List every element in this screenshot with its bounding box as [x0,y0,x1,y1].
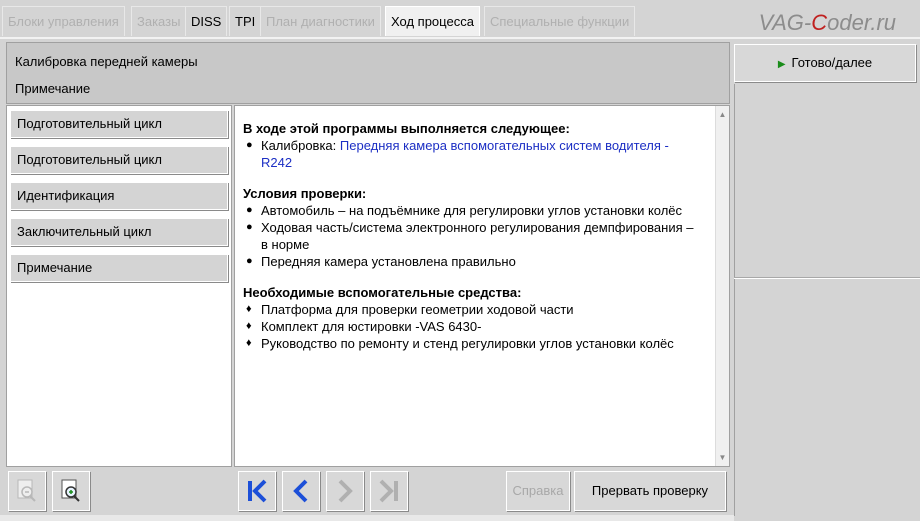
step-item[interactable]: Заключительный цикл [10,218,228,246]
skip-last-icon [379,479,398,503]
zoom-out-icon [17,479,36,502]
condition-item: ● Ходовая часть/система электронного регу… [246,220,694,252]
zoom-in-button[interactable] [52,471,90,511]
page-subtitle: Примечание [15,81,91,96]
status-strip [0,515,734,521]
tab-special-functions[interactable]: Специальные функции [484,6,636,36]
bullet-icon: ● [246,255,253,267]
page-title: Калибровка передней камеры [15,54,198,69]
conditions-heading: Условия проверки: [243,186,367,201]
last-step-button[interactable] [370,471,408,511]
bullet-icon: ♦ [246,303,252,315]
intro-item: ● Калибровка: Передняя камера вспомогате… [246,138,669,170]
next-step-button[interactable] [326,471,364,511]
abort-test-button[interactable]: Прервать проверку [574,471,726,511]
skip-first-icon [248,479,267,503]
intro-heading: В ходе этой программы выполняется следую… [243,121,570,136]
divider [734,278,920,279]
zoom-in-icon [61,479,80,502]
bullet-icon: ● [246,221,253,233]
first-step-button[interactable] [238,471,276,511]
tab-diagnostic-plan[interactable]: План диагностики [260,6,381,36]
divider [734,84,735,516]
tab-process-progress[interactable]: Ход процесса [385,6,480,36]
play-icon: ▶ [777,59,786,70]
bottom-toolbar: Справка Прервать проверку [0,469,734,521]
instructions-text: В ходе этой программы выполняется следую… [243,120,703,352]
bullet-icon: ● [246,139,253,151]
scroll-up-icon[interactable]: ▲ [718,110,727,119]
zoom-out-button[interactable] [8,471,46,511]
tab-tpi[interactable]: TPI [229,6,262,36]
help-button[interactable]: Справка [506,471,570,511]
done-next-button[interactable]: ▶ Готово/далее [734,44,916,82]
chevron-left-icon [293,479,308,503]
tab-orders[interactable]: Заказы [131,6,187,36]
step-item[interactable]: Подготовительный цикл [10,146,228,174]
bullet-icon: ♦ [246,337,252,349]
bullet-icon: ♦ [246,320,252,332]
scroll-down-icon[interactable]: ▼ [718,453,727,462]
tab-bar: Блоки управления Заказы DISS TPI План ди… [0,0,920,38]
condition-item: ● Передняя камера установлена правильно [246,254,516,269]
step-item[interactable]: Идентификация [10,182,228,210]
bullet-icon: ● [246,204,253,216]
steps-list: Подготовительный цикл Подготовительный ц… [6,105,232,467]
chevron-right-icon [338,479,353,503]
step-item[interactable]: Подготовительный цикл [10,110,228,138]
condition-item: ● Автомобиль – на подъёмнике для регулиро… [246,203,683,218]
instructions-panel: В ходе этой программы выполняется следую… [234,105,730,467]
right-panel: ▶ Готово/далее [734,42,920,516]
tool-item: ♦ Платформа для проверки геометрии ходово… [246,302,574,317]
vertical-scrollbar[interactable]: ▲ ▼ [715,106,729,466]
tab-divider [0,37,920,39]
tab-diss[interactable]: DISS [185,6,228,36]
tools-heading: Необходимые вспомогательные средства: [243,285,522,300]
step-item[interactable]: Примечание [10,254,228,282]
tool-item: ♦ Комплект для юстировки -VAS 6430- [246,319,482,334]
tab-control-units[interactable]: Блоки управления [2,6,125,36]
process-header: Калибровка передней камеры Примечание [6,42,730,104]
watermark-logo: VAG-Coder.ru [758,10,896,35]
tool-item: ♦ Руководство по ремонту и стенд регулиро… [246,336,674,351]
previous-step-button[interactable] [282,471,320,511]
